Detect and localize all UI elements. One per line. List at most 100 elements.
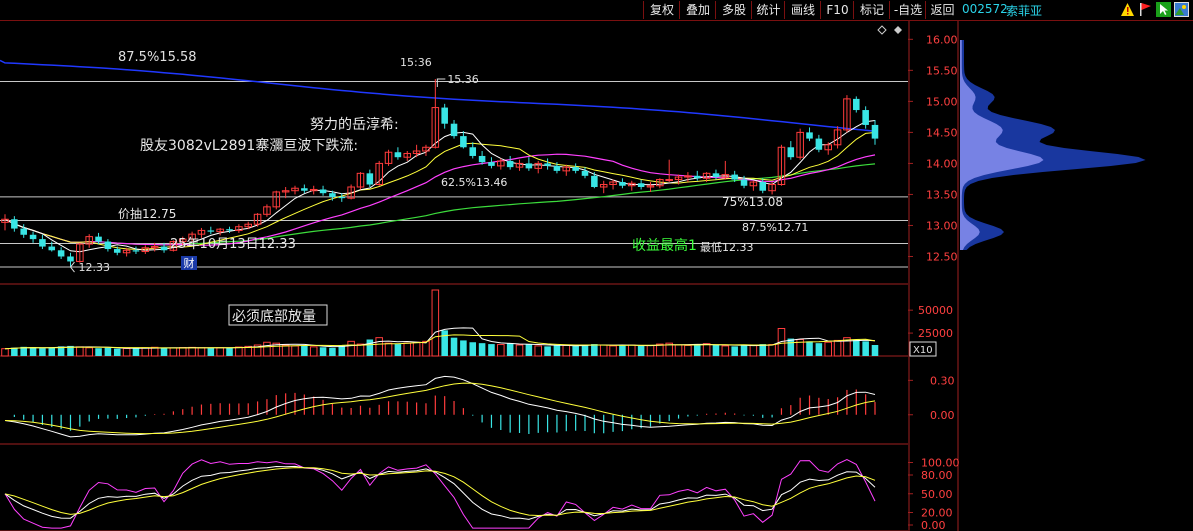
volume-bar xyxy=(628,344,636,357)
kdj-j-line xyxy=(4,459,876,529)
candle-body xyxy=(712,173,720,178)
overlay-button[interactable]: 叠加 xyxy=(679,1,716,19)
statistics-button[interactable]: 统计 xyxy=(751,1,785,19)
toolbar: 复权 叠加 多股 统计 画线 F10 标记 -自选 返回 002572 索菲亚 xyxy=(0,0,1193,21)
restore-rights-button[interactable]: 复权 xyxy=(643,1,680,19)
kdj-k-line xyxy=(4,465,876,520)
mark-button[interactable]: 标记 xyxy=(853,1,890,19)
volume-bar xyxy=(768,344,776,357)
volume-bar xyxy=(95,348,102,356)
candle-body xyxy=(104,241,112,250)
annotation-fib-875: 87.5%12.71 xyxy=(742,221,808,234)
finance-badge-label: 财 xyxy=(184,256,195,270)
volume-bar xyxy=(1,348,9,357)
volume-bar xyxy=(693,344,701,356)
volume-bar xyxy=(591,344,598,356)
f10-button[interactable]: F10 xyxy=(820,1,854,19)
volume-bar xyxy=(431,289,440,357)
price-tick-label: 15.50 xyxy=(926,64,958,77)
back-button[interactable]: 返回 xyxy=(925,1,959,19)
volume-bar xyxy=(833,339,842,357)
candle-body xyxy=(469,147,477,156)
volume-bar xyxy=(469,342,477,356)
volume-bar xyxy=(553,345,561,356)
volume-bar xyxy=(226,347,233,356)
volume-tick-label: 50000 xyxy=(918,304,953,317)
volume-bar xyxy=(787,338,795,356)
volume-bar xyxy=(702,343,711,357)
candle-body xyxy=(693,175,701,179)
price-tick-label: 15.00 xyxy=(926,95,958,108)
volume-bar xyxy=(160,347,168,356)
multi-stock-button[interactable]: 多股 xyxy=(715,1,752,19)
volume-bar xyxy=(497,344,505,357)
volume-bar xyxy=(441,330,448,356)
candle-body xyxy=(301,188,308,191)
candle-body xyxy=(740,179,748,186)
annotation-max-gain: 收益最高1 xyxy=(632,237,697,254)
candle-body xyxy=(478,155,486,163)
price-tick-label: 16.00 xyxy=(926,33,958,46)
volume-bar xyxy=(749,344,758,357)
volume-bar xyxy=(599,344,608,357)
candle-body xyxy=(759,182,767,191)
candle-body xyxy=(853,98,860,111)
volume-bar xyxy=(684,344,692,357)
annotation-low-date: 25年10月13日12.33 xyxy=(170,237,296,252)
volume-bar xyxy=(347,340,355,357)
volume-bar xyxy=(29,347,37,356)
volume-bar xyxy=(122,347,131,357)
kdj-tick-label: 100.00 xyxy=(921,457,960,470)
candle-body xyxy=(806,132,813,139)
volume-bar xyxy=(572,345,579,356)
price-tick-label: 14.00 xyxy=(926,157,958,170)
volume-bar xyxy=(132,348,140,356)
candle-body xyxy=(731,174,738,180)
candle-body xyxy=(338,196,346,199)
volume-bar xyxy=(721,345,730,357)
self-select-button[interactable]: -自选 xyxy=(889,1,926,19)
volume-bar xyxy=(207,348,215,356)
volume-bar xyxy=(384,342,393,357)
volume-note: 必须底部放量 xyxy=(232,309,316,325)
volume-bar xyxy=(113,348,121,356)
volume-bar xyxy=(862,341,869,356)
chart-svg: 16.00 15.50 15.00 14.50 14.00 13.50 13.00 12.50… xyxy=(0,21,1146,531)
macd-tick-label: 0.30 xyxy=(930,374,955,387)
candle-body xyxy=(57,250,65,257)
annotation-level-875-top: 87.5%15.58 xyxy=(118,50,197,65)
volume-bar xyxy=(460,340,467,356)
stock-name: 索菲亚 xyxy=(1006,4,1043,18)
volume-bar xyxy=(104,347,112,356)
flag-icon[interactable] xyxy=(1138,2,1153,17)
high-pointer xyxy=(436,78,446,88)
volume-bar xyxy=(450,337,458,356)
price-tick-label: 14.50 xyxy=(926,126,958,139)
annotation-fib-625: 62.5%13.46 xyxy=(441,176,507,189)
macd-tick-label: 0.00 xyxy=(930,409,955,422)
volume-ma5-line xyxy=(4,327,876,350)
volume-bar xyxy=(422,340,430,357)
candle-body xyxy=(665,179,673,182)
image-icon[interactable] xyxy=(1174,2,1189,17)
volume-bar xyxy=(646,344,655,357)
candle-body xyxy=(460,136,467,148)
kdj-tick-label: 20.00 xyxy=(921,507,953,520)
candle-body xyxy=(572,167,579,171)
candle-body xyxy=(20,228,27,235)
volume-bar xyxy=(562,344,571,357)
volume-bar xyxy=(525,344,533,356)
annotation-comment-1: 努力的岳淳希: xyxy=(310,116,399,133)
annotation-lowest: 最低12.33 xyxy=(700,241,754,254)
candle-body xyxy=(553,165,561,171)
volume-bar xyxy=(806,341,813,356)
candle-body xyxy=(226,229,233,231)
candle-body xyxy=(394,152,402,158)
volume-bar xyxy=(506,343,514,356)
draw-line-button[interactable]: 画线 xyxy=(784,1,821,19)
cursor-icon[interactable] xyxy=(1156,2,1171,17)
candle-body xyxy=(815,138,823,150)
warning-icon[interactable] xyxy=(1120,2,1135,17)
price-tick-label: 13.50 xyxy=(926,188,958,201)
kdj-tick-label: 50.00 xyxy=(921,488,953,501)
